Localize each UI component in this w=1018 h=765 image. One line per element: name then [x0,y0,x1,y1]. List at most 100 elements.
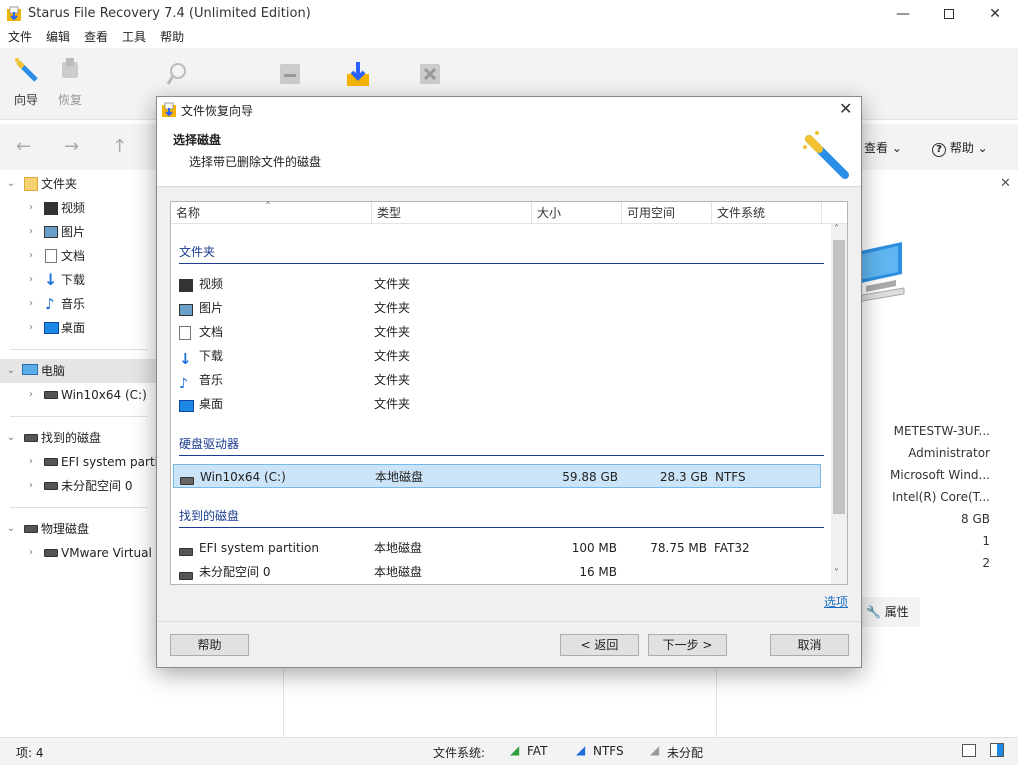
disk-image-icon [280,64,300,84]
tree-item-videos[interactable]: › 视频 [0,196,157,220]
scroll-thumb[interactable] [833,240,845,514]
folder-icon [24,177,38,191]
fs-label: 文件系统: [433,746,486,760]
help-button[interactable]: 帮助 [170,634,249,656]
wrench-icon: 🔧 [866,605,881,619]
video-icon [44,202,58,215]
recover-icon [62,58,78,78]
fat-legend: FAT [527,744,548,758]
tree-folders[interactable]: ⌄ 文件夹 [0,172,157,196]
menu-file[interactable]: 文件 [0,28,38,46]
item-count: 项: 4 [16,746,44,760]
music-icon: ♪ [179,376,188,392]
close-disk-icon [420,64,440,84]
tree-item-pictures[interactable]: › 图片 [0,220,157,244]
music-icon: ♪ [45,295,55,313]
col-free[interactable]: 可用空间 [622,202,712,224]
list-row-folder[interactable]: 文档 文件夹 [173,320,821,344]
system-info-values: METESTW-3UF... Administrator Microsoft W… [862,420,1018,574]
col-name[interactable]: 名称 ˄ [171,200,372,224]
drive-icon [179,540,195,556]
computer-icon [22,364,38,375]
back-arrow-icon[interactable]: ← [16,136,31,157]
vertical-scrollbar[interactable]: ˄ ˅ [831,224,847,584]
unallocated-legend-icon: ◢ [650,743,660,757]
list-row-unallocated[interactable]: 未分配空间 0 本地磁盘 16 MB [173,560,821,584]
maximize-button[interactable] [926,0,972,28]
tree-item-vmware[interactable]: › VMware Virtual N [0,541,165,565]
help-menu-button[interactable]: ? 帮助 ⌄ [932,139,988,157]
scroll-up-icon[interactable]: ˄ [834,224,839,235]
download-icon: ↓ [44,270,58,289]
cancel-button[interactable]: 取消 [770,634,849,656]
col-size[interactable]: 大小 [532,202,622,224]
close-window-button[interactable]: ✕ [972,0,1018,28]
drive-icon [180,469,196,485]
menu-bar: 文件 编辑 查看 工具 帮助 [0,28,1018,48]
list-row-drive[interactable]: Win10x64 (C:) 本地磁盘 59.88 GB 28.3 GB NTFS [173,464,821,488]
tree-item-efi[interactable]: › EFI system partit [0,450,163,474]
tree-item-downloads[interactable]: › ↓ 下载 [0,268,157,292]
info-computer-name: METESTW-3UF... [893,424,990,438]
fat-legend-icon: ◢ [510,743,520,757]
recover-button[interactable]: 恢复 [50,56,90,108]
ntfs-legend-icon: ◢ [576,743,586,757]
view-menu-button[interactable]: 查看 ⌄ [864,139,902,156]
drive-icon [44,474,58,498]
panel-toggle-icon[interactable] [990,743,1004,757]
menu-view[interactable]: 查看 [76,28,114,46]
folder-tree: ⌄ 文件夹 › 视频 › 图片 › 文档 › ↓ 下载 › ♪ 音乐 › 桌面 ⌄ 电脑 › Win1… [0,172,165,732]
tree-divider [10,349,147,350]
menu-tools[interactable]: 工具 [114,28,152,46]
list-row-folder[interactable]: 图片 文件夹 [173,296,821,320]
dialog-separator [157,621,861,622]
list-row-efi[interactable]: EFI system partition 本地磁盘 100 MB 78.75 M… [173,536,821,560]
info-panel: ✕ METESTW-3UF... Administrator Microsoft… [856,172,1018,732]
tree-item-music[interactable]: › ♪ 音乐 [0,292,157,316]
disk-list: 名称 ˄ 类型 大小 可用空间 文件系统 文件夹 视频 文件夹 图片 文件夹 文档 文件夹 ↓… [170,200,848,585]
drive-icon [44,383,58,407]
tree-item-unallocated[interactable]: › 未分配空间 0 [0,474,157,498]
tree-found-disks[interactable]: ⌄ 找到的磁盘 [0,426,157,450]
tree-computer[interactable]: ⌄ 电脑 [0,359,157,383]
tree-item-desktop[interactable]: › 桌面 [0,316,157,340]
scroll-down-icon[interactable]: ˅ [834,568,839,579]
list-row-folder[interactable]: 视频 文件夹 [173,272,821,296]
list-row-folder[interactable]: ↓ 下载 文件夹 [173,344,821,368]
recovery-wizard-dialog: 文件恢复向导 ✕ 选择磁盘 选择带已删除文件的磁盘 名称 ˄ 类型 大小 可用空间… [156,96,862,668]
tree-item-win10[interactable]: › Win10x64 (C:) [0,383,157,407]
column-divider [716,668,717,737]
list-row-folder[interactable]: ♪ 音乐 文件夹 [173,368,821,392]
next-button[interactable]: 下一步 > [648,634,727,656]
col-fs[interactable]: 文件系统 [712,202,822,224]
column-divider [283,668,284,737]
download-disk-icon [347,62,369,86]
close-panel-icon[interactable]: ✕ [1000,176,1011,191]
menu-edit[interactable]: 编辑 [38,28,76,46]
dialog-close-icon[interactable]: ✕ [839,99,852,118]
title-bar: Starus File Recovery 7.4 (Unlimited Edit… [0,0,1018,28]
menu-help[interactable]: 帮助 [152,28,190,46]
magic-wand-icon [803,131,849,179]
properties-button[interactable]: 🔧 属性 [862,597,920,627]
group-folders: 文件夹 [179,240,824,264]
wizard-button[interactable]: 向导 [6,56,46,108]
tree-item-documents[interactable]: › 文档 [0,244,157,268]
layout-toggle-icon[interactable] [962,744,976,757]
desktop-icon [44,322,59,334]
download-icon: ↓ [179,350,192,368]
drive-icon [24,426,38,450]
list-row-folder[interactable]: 桌面 文件夹 [173,392,821,416]
drive-icon [44,450,58,474]
options-link[interactable]: 选项 [824,593,848,610]
minimize-button[interactable]: — [880,0,926,28]
forward-arrow-icon[interactable]: → [64,136,79,157]
up-arrow-icon[interactable]: ↑ [112,136,127,157]
tree-physical-disks[interactable]: ⌄ 物理磁盘 [0,517,157,541]
unallocated-legend: 未分配 [667,746,704,760]
status-bar: 项: 4 文件系统: ◢ FAT ◢ NTFS ◢ 未分配 [0,737,1018,765]
search-icon [166,63,186,85]
video-icon [179,276,195,292]
back-button[interactable]: < 返回 [560,634,639,656]
col-type[interactable]: 类型 [372,202,532,224]
